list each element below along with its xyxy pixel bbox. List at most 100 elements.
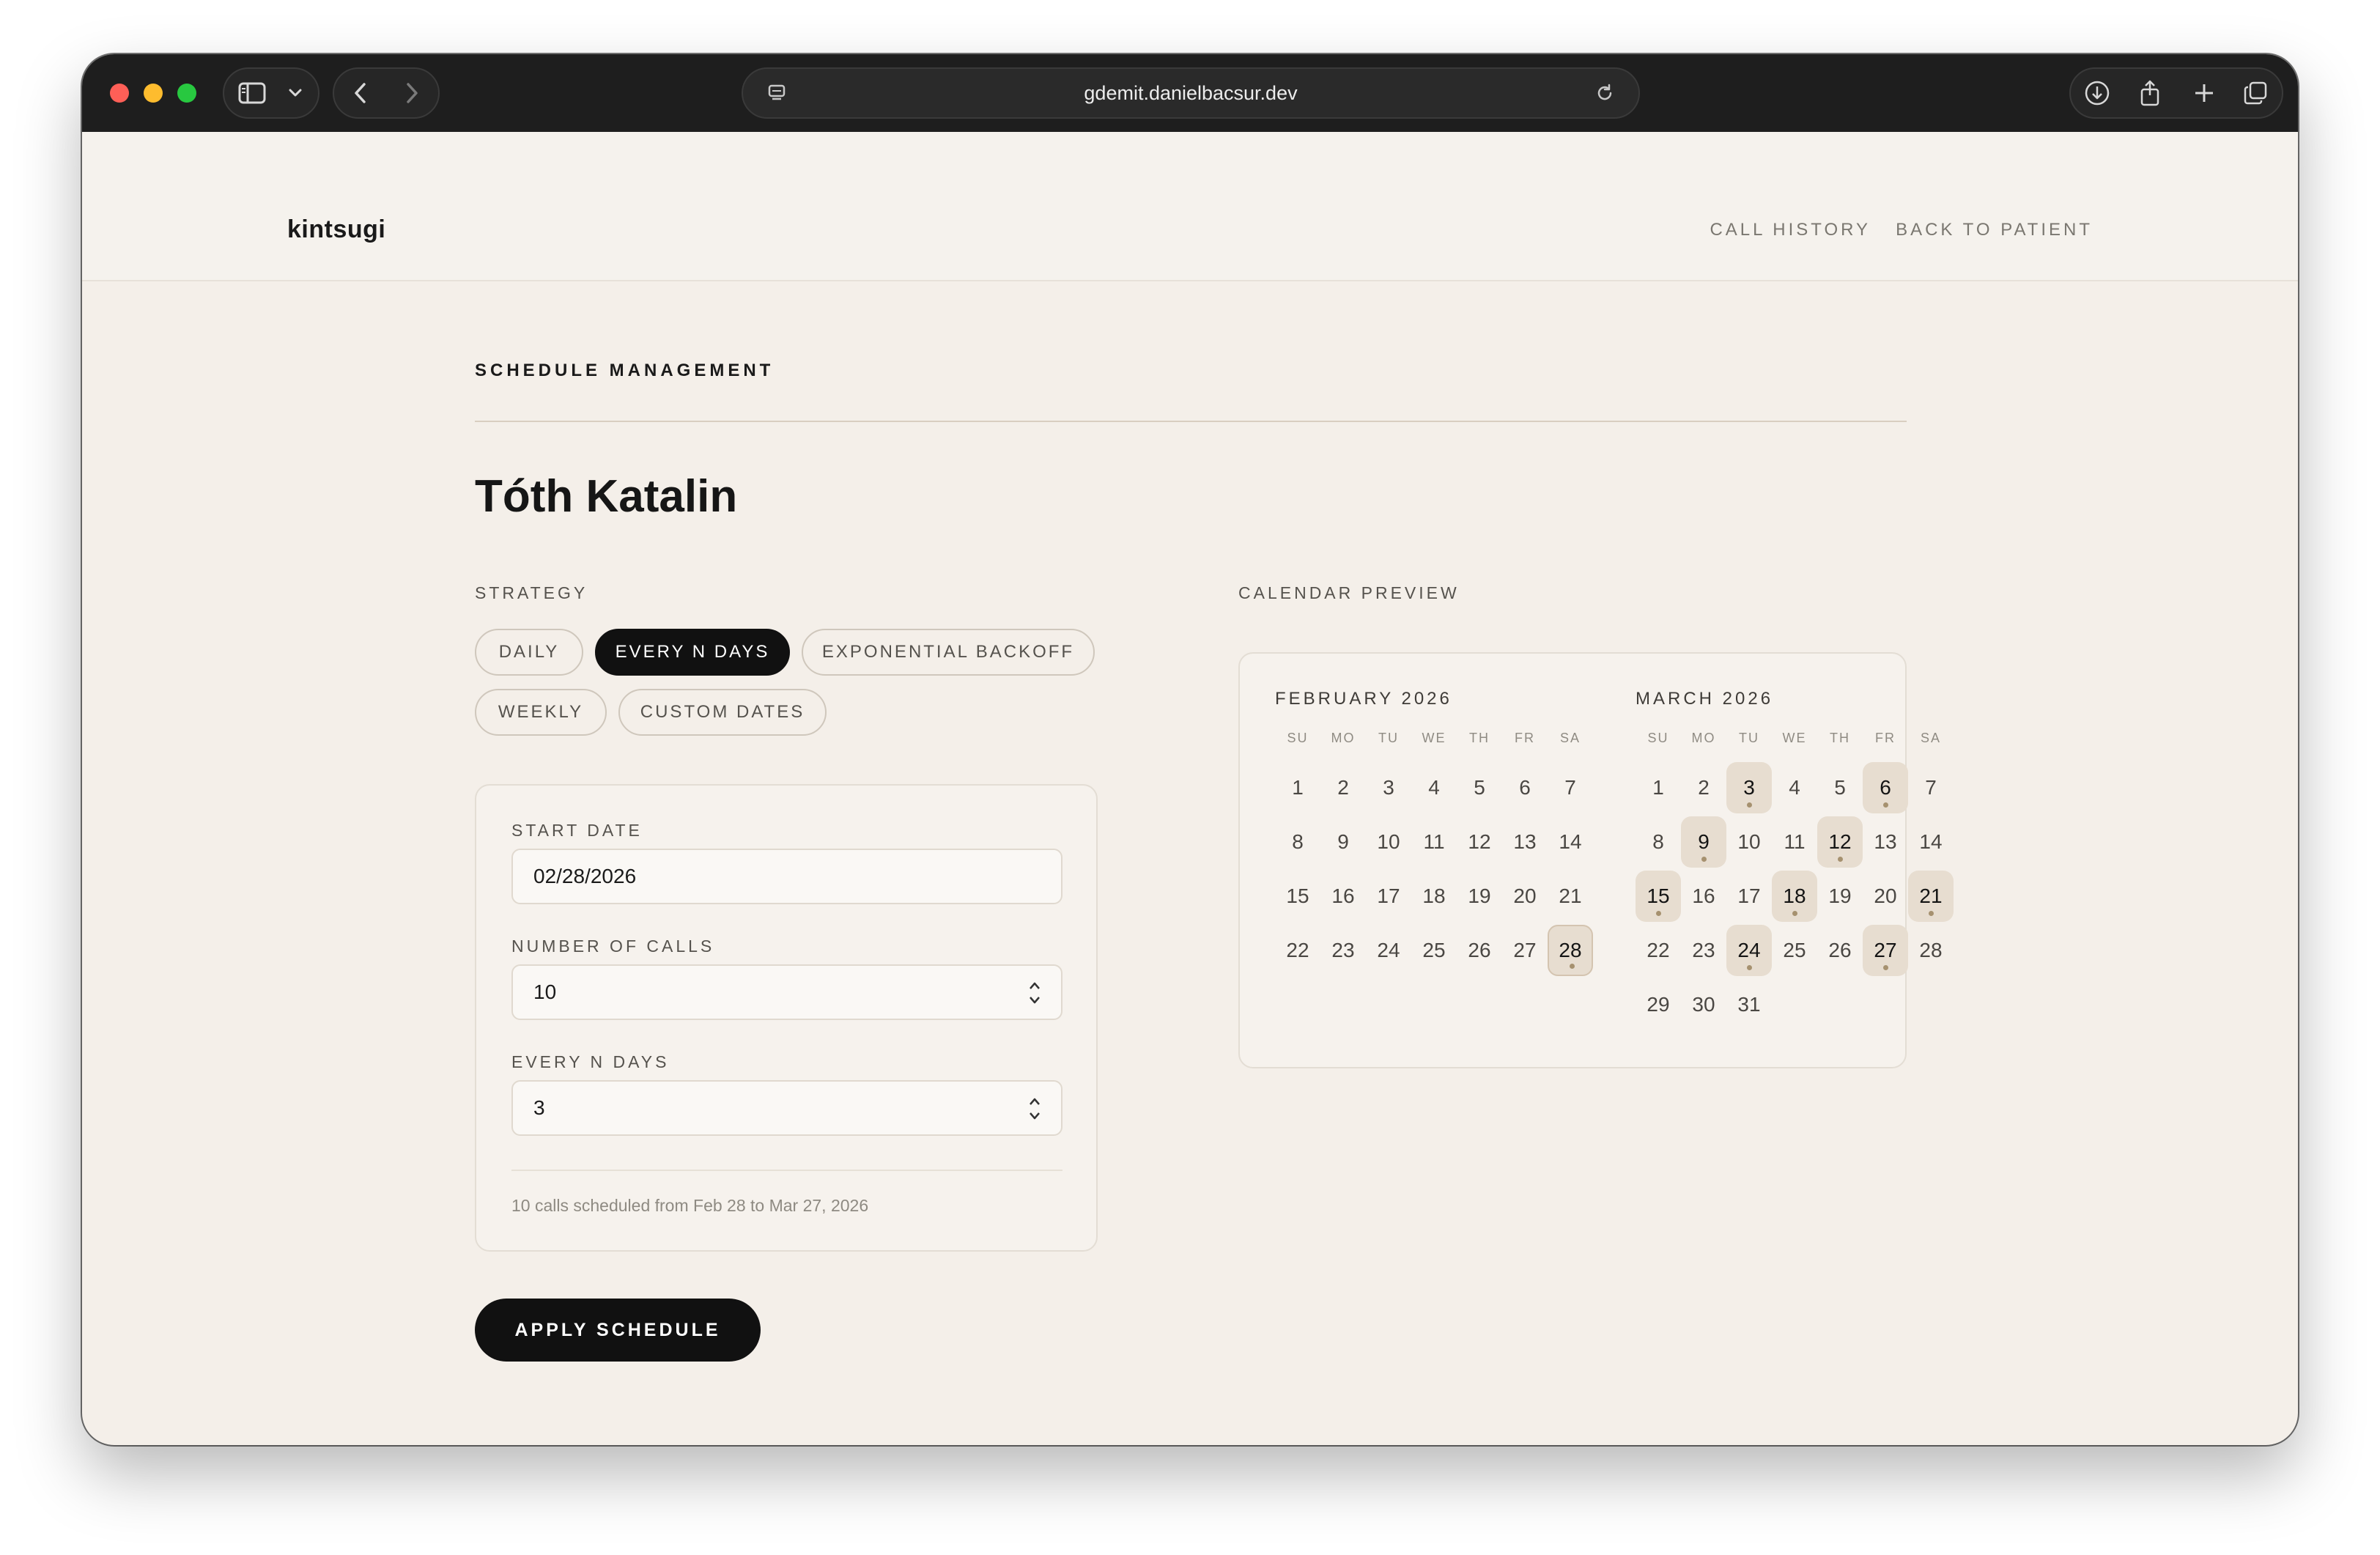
back-arrow-icon[interactable] xyxy=(339,69,382,117)
close-window-button[interactable] xyxy=(110,84,129,103)
section-divider xyxy=(475,421,1907,422)
day-number: 31 xyxy=(1737,993,1761,1016)
calendar-day: 17 xyxy=(1366,871,1411,922)
scheduled-call-dot xyxy=(1792,911,1797,916)
weekday-header: TH xyxy=(1469,731,1490,745)
stepper-up-icon[interactable] xyxy=(1028,980,1041,991)
calendar-day: 13 xyxy=(1502,816,1548,868)
calendar-day: 19 xyxy=(1817,871,1863,922)
number-of-calls-label: NUMBER OF CALLS xyxy=(511,937,715,956)
strategy-weekly-button[interactable]: WEEKLY xyxy=(475,689,607,736)
calendar-day: 9 xyxy=(1320,816,1366,868)
sidebar-icon[interactable] xyxy=(230,69,274,117)
day-number: 7 xyxy=(1925,776,1937,799)
start-date-input[interactable]: 02/28/2026 xyxy=(511,849,1062,904)
scheduled-call-dot xyxy=(1883,965,1888,970)
forward-arrow-icon[interactable] xyxy=(390,69,434,117)
day-number: 19 xyxy=(1468,884,1491,907)
day-number: 19 xyxy=(1828,884,1852,907)
stepper-down-icon[interactable] xyxy=(1028,995,1041,1005)
strategy-custom-dates-button[interactable]: CUSTOM DATES xyxy=(618,689,827,736)
day-number: 10 xyxy=(1737,830,1761,853)
calendar-day: 8 xyxy=(1275,816,1320,868)
number-of-calls-stepper[interactable] xyxy=(1027,980,1042,1005)
day-number: 9 xyxy=(1698,830,1710,853)
day-number: 14 xyxy=(1919,830,1943,853)
calendar-day: 26 xyxy=(1457,925,1502,976)
download-icon[interactable] xyxy=(2075,69,2119,117)
nav-back-to-patient[interactable]: BACK TO PATIENT xyxy=(1896,221,2093,239)
schedule-summary: 10 calls scheduled from Feb 28 to Mar 27… xyxy=(511,1196,869,1215)
nav-call-history[interactable]: CALL HISTORY xyxy=(1710,221,1871,239)
calendar-day: 4 xyxy=(1411,762,1457,813)
every-n-days-stepper[interactable] xyxy=(1027,1096,1042,1121)
browser-window: gdemit.danielbacsur.dev kintsugi CALL HI… xyxy=(82,54,2298,1445)
brand-logo[interactable]: kintsugi xyxy=(287,217,385,242)
stepper-up-icon[interactable] xyxy=(1028,1096,1041,1107)
day-number: 1 xyxy=(1292,776,1304,799)
calendar-day: 10 xyxy=(1366,816,1411,868)
browser-toolbar: gdemit.danielbacsur.dev xyxy=(82,54,2298,132)
strategy-every-n-days-button[interactable]: EVERY N DAYS xyxy=(595,629,790,676)
day-number: 23 xyxy=(1692,939,1715,961)
calendar-day-scheduled: 15 xyxy=(1636,871,1681,922)
calendar-day-scheduled: 18 xyxy=(1772,871,1817,922)
calendar-day: 7 xyxy=(1908,762,1954,813)
calendar-day: 31 xyxy=(1726,979,1772,1030)
scheduled-call-dot xyxy=(1701,857,1707,862)
share-icon[interactable] xyxy=(2128,69,2172,117)
weekday-header: MO xyxy=(1691,731,1716,745)
calendar-day: 17 xyxy=(1726,871,1772,922)
calendar-day: 25 xyxy=(1411,925,1457,976)
calendar-day: 4 xyxy=(1772,762,1817,813)
number-of-calls-input[interactable]: 10 xyxy=(511,964,1062,1020)
weekday-header: WE xyxy=(1422,731,1446,745)
calendar-day: 5 xyxy=(1457,762,1502,813)
calendar-day: 1 xyxy=(1275,762,1320,813)
day-number: 6 xyxy=(1880,776,1891,799)
number-of-calls-value: 10 xyxy=(533,980,557,1003)
chevron-down-icon[interactable] xyxy=(277,69,314,117)
minimize-window-button[interactable] xyxy=(144,84,163,103)
calendar-day-scheduled: 3 xyxy=(1726,762,1772,813)
strategy-label: STRATEGY xyxy=(475,583,588,602)
day-number: 24 xyxy=(1737,939,1761,961)
calendar-month-february: FEBRUARY 2026 SU MO TU WE TH FR SA 1 2 3 4 5 6 7 8 9 10 1… xyxy=(1240,654,1593,1064)
day-number: 21 xyxy=(1559,884,1582,907)
day-number: 16 xyxy=(1692,884,1715,907)
calendar-day: 22 xyxy=(1636,925,1681,976)
calendar-day: 16 xyxy=(1681,871,1726,922)
day-number: 8 xyxy=(1292,830,1304,853)
strategy-daily-button[interactable]: DAILY xyxy=(475,629,583,676)
weekday-header: MO xyxy=(1331,731,1356,745)
site-header: kintsugi CALL HISTORY BACK TO PATIENT xyxy=(82,132,2298,281)
sidebar-toggle-group xyxy=(223,67,319,119)
schedule-form-card: START DATE 02/28/2026 NUMBER OF CALLS 10… xyxy=(475,784,1098,1252)
patient-name: Tóth Katalin xyxy=(475,471,738,522)
day-number: 4 xyxy=(1789,776,1800,799)
calendar-day: 14 xyxy=(1548,816,1593,868)
new-tab-icon[interactable] xyxy=(2182,69,2226,117)
day-number: 30 xyxy=(1692,993,1715,1016)
strategy-exponential-backoff-button[interactable]: EXPONENTIAL BACKOFF xyxy=(802,629,1095,676)
stepper-down-icon[interactable] xyxy=(1028,1111,1041,1121)
day-number: 20 xyxy=(1874,884,1897,907)
address-bar[interactable]: gdemit.danielbacsur.dev xyxy=(742,67,1640,119)
scheduled-call-dot xyxy=(1838,857,1843,862)
day-number: 15 xyxy=(1647,884,1670,907)
zoom-window-button[interactable] xyxy=(177,84,196,103)
calendar-day: 22 xyxy=(1275,925,1320,976)
day-number: 1 xyxy=(1652,776,1664,799)
apply-schedule-button[interactable]: APPLY SCHEDULE xyxy=(475,1299,761,1362)
calendar-day: 5 xyxy=(1817,762,1863,813)
tab-overview-icon[interactable] xyxy=(2233,69,2277,117)
scheduled-call-dot xyxy=(1656,911,1661,916)
day-number: 7 xyxy=(1564,776,1576,799)
scheduled-call-dot xyxy=(1747,965,1752,970)
reload-icon[interactable] xyxy=(1583,69,1627,117)
every-n-days-input[interactable]: 3 xyxy=(511,1080,1062,1136)
calendar-day: 27 xyxy=(1502,925,1548,976)
start-date-label: START DATE xyxy=(511,821,643,840)
page-menu-icon[interactable] xyxy=(755,69,799,117)
weekday-header: SA xyxy=(1920,731,1941,745)
